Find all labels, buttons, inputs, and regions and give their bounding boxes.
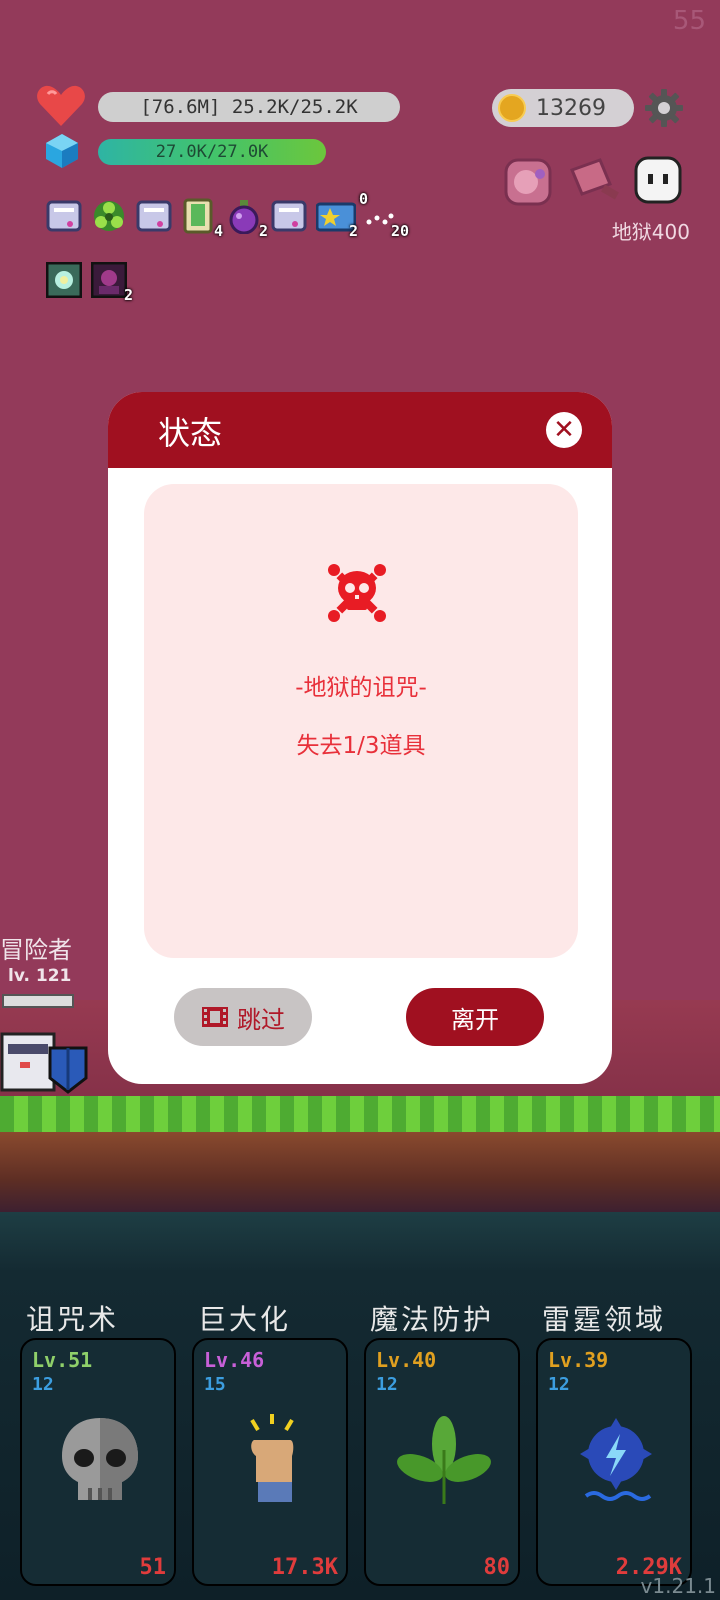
buff-count-top: 0 xyxy=(359,190,369,208)
heart-icon xyxy=(37,85,85,126)
fps-counter: 55 xyxy=(672,6,706,36)
skip-button[interactable]: 跳过 xyxy=(174,988,312,1046)
buff-item[interactable] xyxy=(45,261,83,299)
gear-icon[interactable] xyxy=(644,88,684,128)
book-icon xyxy=(183,198,213,234)
skill-card-magic-protection[interactable]: Lv.40 12 80 xyxy=(364,1338,520,1586)
skill-name: 雷霆领域 xyxy=(542,1303,667,1336)
skill-level: Lv.46 xyxy=(204,1348,265,1372)
mp-bar: 27.0K/27.0K xyxy=(98,139,326,165)
skill-name: 巨大化 xyxy=(198,1303,292,1336)
skill-sub-value: 12 xyxy=(32,1374,54,1395)
buff-item[interactable]: 2 xyxy=(315,198,358,240)
dialog-body: -地狱的诅咒- 失去1/3道具 xyxy=(144,484,578,958)
enemy-icons xyxy=(502,156,682,208)
mana-crystal-icon xyxy=(46,134,78,168)
thunder-orb-icon xyxy=(580,1418,652,1501)
scroll-icon xyxy=(136,200,172,232)
buff-item[interactable] xyxy=(46,198,82,234)
adventurer-name: 冒险者 xyxy=(0,936,72,964)
close-icon: ✕ xyxy=(553,415,575,445)
skill-level: Lv.40 xyxy=(376,1348,437,1372)
scroll-icon xyxy=(271,200,307,232)
curse-title: -地狱的诅咒- xyxy=(295,675,427,701)
buff-row-1: 4 2 2 0 20 xyxy=(46,190,409,240)
buff-item[interactable]: 0 20 xyxy=(359,190,409,240)
leave-label: 离开 xyxy=(451,1005,499,1034)
skill-cost: 17.3K xyxy=(271,1555,338,1580)
coin-icon xyxy=(498,94,526,122)
buff-count: 2 xyxy=(123,286,133,304)
skip-label: 跳过 xyxy=(237,1005,285,1034)
buff-count: 2 xyxy=(348,222,358,240)
fist-icon xyxy=(250,1414,294,1502)
witch-portrait-icon xyxy=(504,158,552,206)
skill-sub-value: 12 xyxy=(376,1374,398,1395)
scroll-icon xyxy=(46,200,82,232)
skill-cost: 80 xyxy=(483,1555,511,1580)
buff-count: 2 xyxy=(258,222,268,240)
skill-cost: 51 xyxy=(139,1555,167,1580)
skill-card-curse[interactable]: Lv.51 12 51 xyxy=(20,1338,176,1586)
buff-item[interactable] xyxy=(136,198,172,234)
close-button[interactable]: ✕ xyxy=(546,412,582,448)
buff-item[interactable] xyxy=(91,198,127,234)
buff-item[interactable]: 2 xyxy=(90,261,133,304)
dialog-title: 状态 xyxy=(158,414,223,452)
buff-row-2: 2 xyxy=(45,261,133,304)
ghost-portrait-icon xyxy=(45,261,83,299)
skill-name: 诅咒术 xyxy=(26,1303,120,1336)
buff-count: 20 xyxy=(390,222,409,240)
buff-item[interactable] xyxy=(271,198,307,234)
coin-counter: 13269 xyxy=(492,89,634,127)
skill-level: Lv.51 xyxy=(32,1348,93,1372)
cleaver-icon xyxy=(570,158,619,200)
status-dialog: 状态 ✕ -地狱的诅咒- 失去1/3道具 跳过 离开 xyxy=(108,392,612,1084)
skill-sub-value: 12 xyxy=(548,1374,570,1395)
adventurer-hp-bar xyxy=(2,994,74,1008)
skill-name: 魔法防护 xyxy=(370,1303,495,1336)
ground-grass xyxy=(0,1096,720,1132)
buff-count: 4 xyxy=(213,222,223,240)
adventurer-sprite[interactable] xyxy=(0,1026,92,1098)
ground-dirt xyxy=(0,1132,720,1212)
leaf-icon xyxy=(397,1416,491,1504)
buff-item[interactable]: 4 xyxy=(181,198,223,240)
skill-card-giant[interactable]: Lv.46 15 17.3K xyxy=(192,1338,348,1586)
hp-bar: [76.6M] 25.2K/25.2K xyxy=(98,92,400,122)
curse-description: 失去1/3道具 xyxy=(296,733,426,759)
version-label: v1.21.1 xyxy=(640,1574,716,1598)
biohazard-icon xyxy=(94,201,124,231)
coin-amount: 13269 xyxy=(536,95,606,121)
skull-icon xyxy=(62,1418,138,1500)
skill-card-thunder-domain[interactable]: Lv.39 12 2.29K xyxy=(536,1338,692,1586)
hell-level-label: 地狱400 xyxy=(611,220,690,244)
potion-icon xyxy=(229,200,259,235)
ghost-icon xyxy=(634,156,682,204)
leave-button[interactable]: 离开 xyxy=(406,988,544,1046)
buff-item[interactable]: 2 xyxy=(226,198,268,240)
skull-crossbones-icon xyxy=(328,564,386,622)
skill-level: Lv.39 xyxy=(548,1348,609,1372)
demon-portrait-icon xyxy=(90,261,128,299)
adventurer-level: lv. 121 xyxy=(8,966,72,986)
skill-sub-value: 15 xyxy=(204,1374,226,1395)
video-ad-icon xyxy=(202,1007,228,1027)
